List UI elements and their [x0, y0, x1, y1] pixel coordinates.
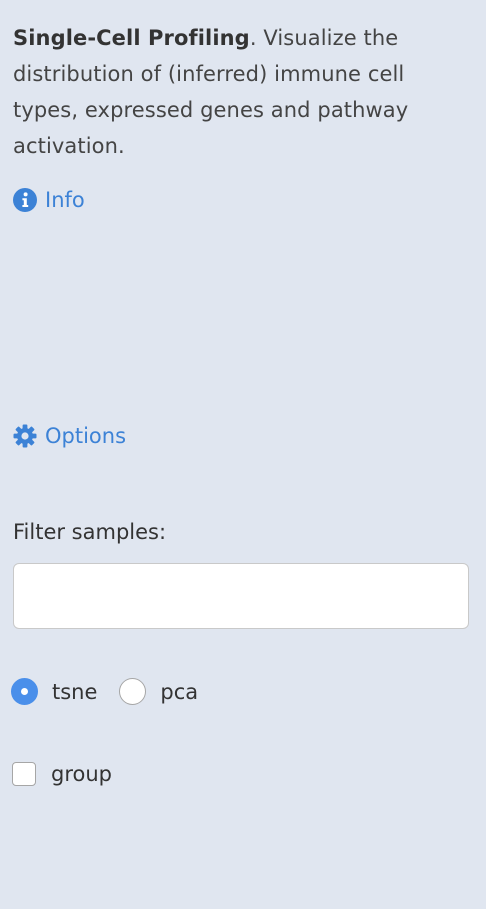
radio-option-pca[interactable]: pca	[119, 678, 198, 705]
radio-option-tsne[interactable]: tsne	[11, 678, 97, 705]
options-label[interactable]: Options	[45, 424, 126, 448]
options-link[interactable]: Options	[13, 424, 126, 448]
module-description: Single-Cell Profiling. Visualize the dis…	[13, 20, 473, 164]
radio-button-tsne[interactable]	[11, 678, 38, 705]
info-circle-icon	[13, 188, 37, 212]
sidebar-panel: Single-Cell Profiling. Visualize the dis…	[11, 20, 473, 786]
radio-button-pca[interactable]	[119, 678, 147, 705]
group-checkbox-label: group	[51, 762, 112, 786]
group-checkbox-option[interactable]: group	[12, 762, 112, 786]
group-checkbox[interactable]	[12, 762, 36, 786]
filter-samples-label: Filter samples:	[13, 520, 167, 544]
gear-icon	[13, 424, 37, 448]
radio-label-pca: pca	[160, 679, 199, 704]
info-link[interactable]: Info	[13, 188, 85, 212]
layout-radio-group: tsne pca	[11, 678, 220, 705]
radio-label-tsne: tsne	[52, 679, 98, 704]
info-label[interactable]: Info	[45, 188, 85, 212]
module-title: Single-Cell Profiling	[13, 26, 250, 50]
filter-samples-input[interactable]	[13, 563, 469, 629]
